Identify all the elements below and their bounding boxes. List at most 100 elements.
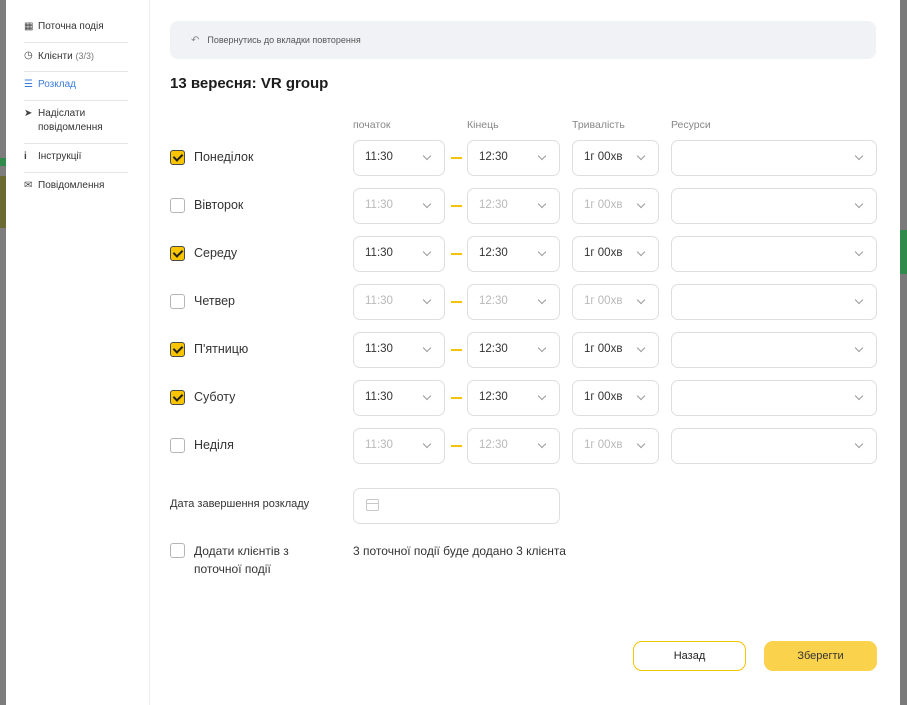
chevron-down-icon [422, 295, 432, 305]
day-label: Понеділок [194, 150, 254, 164]
time-range-dash [451, 301, 462, 303]
day-label: Середу [194, 246, 238, 260]
end-time-select[interactable]: 12:30 [467, 380, 560, 416]
end-time-select[interactable]: 12:30 [467, 332, 560, 368]
end-time-select[interactable]: 12:30 [467, 236, 560, 272]
start-time-select[interactable]: 11:30 [353, 428, 445, 464]
duration-select[interactable]: 1г 00хв [572, 236, 659, 272]
clients-count: (3/3) [75, 51, 94, 61]
sidebar-item-current-event[interactable]: ▦ Поточна подія [24, 20, 128, 43]
sidebar-item-clients[interactable]: ◷ Клієнти (3/3) [24, 49, 128, 72]
resources-select[interactable] [671, 284, 877, 320]
chevron-down-icon [636, 295, 646, 305]
start-time-select[interactable]: 11:30 [353, 332, 445, 368]
day-row-friday: П'ятницю 11:30 12:30 1г 00хв [149, 332, 900, 368]
start-time-select[interactable]: 11:30 [353, 236, 445, 272]
start-time-value: 11:30 [365, 151, 393, 163]
add-clients-checkbox[interactable] [170, 543, 185, 558]
modal-sidebar: ▦ Поточна подія ◷ Клієнти (3/3) ☰ Розкла… [6, 0, 150, 705]
end-time-value: 12:30 [479, 439, 508, 451]
day-label: Четвер [194, 294, 235, 308]
resources-select[interactable] [671, 188, 877, 224]
duration-value: 1г 00хв [584, 295, 623, 307]
end-time-value: 12:30 [479, 199, 508, 211]
info-icon: i [24, 151, 27, 162]
time-range-dash [451, 397, 462, 399]
add-clients-note: 3 поточної події буде додано 3 клієнта [353, 544, 566, 558]
save-button[interactable]: Зберегти [764, 641, 877, 671]
duration-select[interactable]: 1г 00хв [572, 140, 659, 176]
resources-select[interactable] [671, 428, 877, 464]
day-checkbox[interactable] [170, 390, 185, 405]
day-checkbox[interactable] [170, 198, 185, 213]
day-row-monday: Понеділок 11:30 12:30 1г 00хв [149, 140, 900, 176]
sidebar-item-messages[interactable]: ✉ Повідомлення [24, 179, 128, 199]
sidebar-item-schedule[interactable]: ☰ Розклад [24, 78, 128, 101]
back-arrow-icon: ↶ [191, 34, 200, 46]
duration-value: 1г 00хв [584, 391, 623, 403]
duration-value: 1г 00хв [584, 151, 623, 163]
chevron-down-icon [422, 151, 432, 161]
duration-value: 1г 00хв [584, 439, 623, 451]
duration-select[interactable]: 1г 00хв [572, 332, 659, 368]
day-row-tuesday: Вівторок 11:30 12:30 1г 00хв [149, 188, 900, 224]
duration-select[interactable]: 1г 00хв [572, 380, 659, 416]
duration-select[interactable]: 1г 00хв [572, 284, 659, 320]
chevron-down-icon [422, 391, 432, 401]
end-date-input[interactable] [353, 488, 560, 524]
chevron-down-icon [854, 343, 864, 353]
sidebar-item-send-message[interactable]: ➤ Надіслати повідомлення [24, 107, 128, 144]
start-time-select[interactable]: 11:30 [353, 140, 445, 176]
end-date-label: Дата завершення розкладу [170, 498, 310, 510]
sidebar-item-label: Клієнти (3/3) [38, 49, 94, 64]
day-checkbox[interactable] [170, 438, 185, 453]
start-time-select[interactable]: 11:30 [353, 380, 445, 416]
day-checkbox[interactable] [170, 150, 185, 165]
end-time-select[interactable]: 12:30 [467, 188, 560, 224]
resources-select[interactable] [671, 140, 877, 176]
day-checkbox[interactable] [170, 294, 185, 309]
day-checkbox[interactable] [170, 246, 185, 261]
chevron-down-icon [636, 439, 646, 449]
resources-select[interactable] [671, 236, 877, 272]
chevron-down-icon [422, 247, 432, 257]
day-label: Вівторок [194, 198, 244, 212]
end-time-value: 12:30 [479, 343, 508, 355]
time-range-dash [451, 349, 462, 351]
chevron-down-icon [854, 199, 864, 209]
end-time-select[interactable]: 12:30 [467, 140, 560, 176]
chevron-down-icon [854, 247, 864, 257]
chevron-down-icon [537, 151, 547, 161]
start-time-select[interactable]: 11:30 [353, 284, 445, 320]
column-header-start: початок [353, 119, 391, 131]
schedule-content: ↶ Повернутись до вкладки повторення 13 в… [149, 0, 900, 705]
start-time-value: 11:30 [365, 295, 393, 307]
sidebar-item-instructions[interactable]: i Інструкції [24, 150, 128, 173]
list-icon: ☰ [24, 79, 33, 90]
start-time-value: 11:30 [365, 199, 393, 211]
resources-select[interactable] [671, 332, 877, 368]
sidebar-item-label: Поточна подія [38, 21, 104, 32]
duration-select[interactable]: 1г 00хв [572, 188, 659, 224]
end-time-value: 12:30 [479, 247, 508, 259]
end-time-select[interactable]: 12:30 [467, 284, 560, 320]
day-label: П'ятницю [194, 342, 249, 356]
chevron-down-icon [537, 439, 547, 449]
chevron-down-icon [636, 343, 646, 353]
chevron-down-icon [537, 247, 547, 257]
back-to-repeat-tab[interactable]: ↶ Повернутись до вкладки повторення [170, 21, 876, 59]
resources-select[interactable] [671, 380, 877, 416]
send-icon: ➤ [24, 108, 33, 119]
time-range-dash [451, 445, 462, 447]
time-range-dash [451, 157, 462, 159]
day-row-saturday: Суботу 11:30 12:30 1г 00хв [149, 380, 900, 416]
day-checkbox[interactable] [170, 342, 185, 357]
chevron-down-icon [854, 391, 864, 401]
start-time-select[interactable]: 11:30 [353, 188, 445, 224]
end-time-select[interactable]: 12:30 [467, 428, 560, 464]
duration-select[interactable]: 1г 00хв [572, 428, 659, 464]
calendar-icon: ▦ [24, 21, 34, 32]
day-label: Неділя [194, 438, 234, 452]
back-button[interactable]: Назад [633, 641, 746, 671]
day-row-sunday: Неділя 11:30 12:30 1г 00хв [149, 428, 900, 464]
